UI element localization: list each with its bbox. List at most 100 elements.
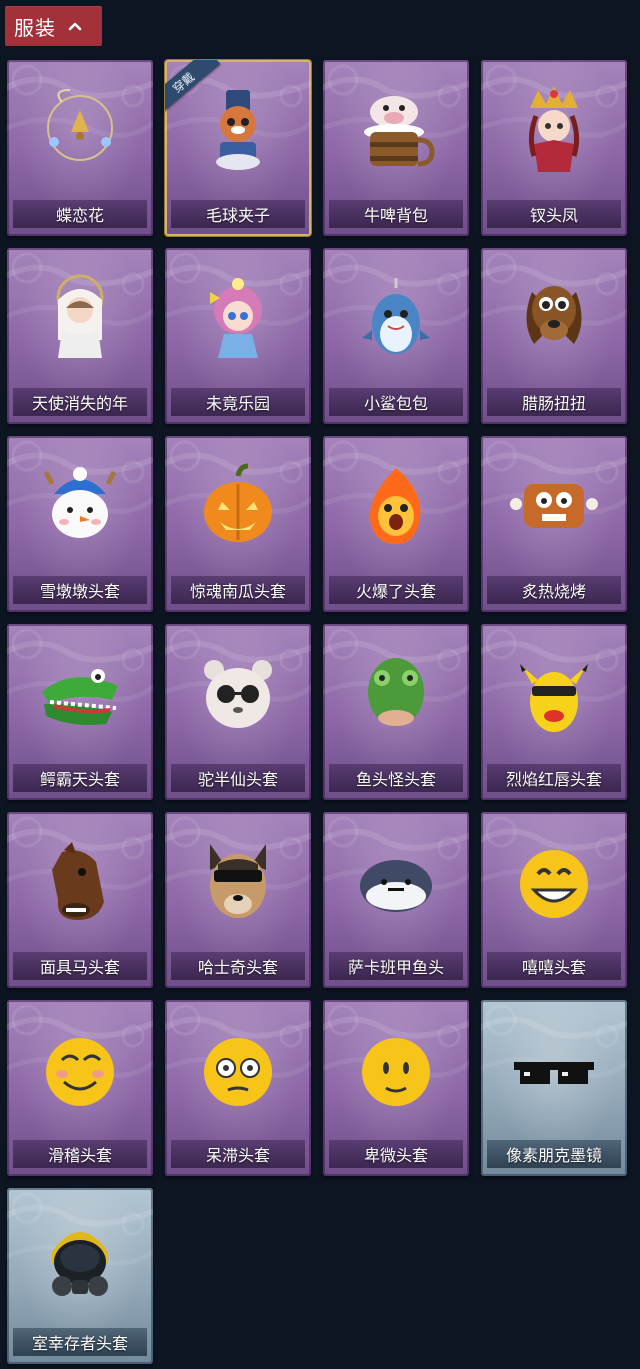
raccoon-drummer-icon [216, 90, 260, 170]
card-label: 哈士奇头套 [197, 958, 278, 977]
butterfly-bell-ornament-icon [47, 89, 113, 161]
card-label: 鱼头怪头套 [355, 770, 436, 789]
outfit-card[interactable]: 呆滞头套 [165, 1000, 311, 1176]
fire-spirit-head-icon [369, 468, 421, 544]
card-label: 炙热烧烤 [521, 582, 586, 601]
card-label-bar: 腊肠扭扭 [487, 388, 621, 416]
card-label-bar: 牛啤背包 [329, 200, 463, 228]
outfit-card[interactable]: 面具马头套 [7, 812, 153, 988]
card-label: 烈焰红唇头套 [505, 770, 602, 789]
card-label-bar: 小鲨包包 [329, 388, 463, 416]
shark-bag-icon [362, 278, 430, 354]
gas-mask-helmet-icon [52, 1232, 108, 1296]
card-label-bar: 钗头凤 [487, 200, 621, 228]
sacabambaspis-head-icon [360, 860, 432, 912]
card-label: 天使消失的年 [31, 394, 128, 413]
card-label-bar: 嘻嘻头套 [487, 952, 621, 980]
cow-beer-mug-icon [364, 96, 435, 167]
outfit-card[interactable]: 惊魂南瓜头套 [165, 436, 311, 612]
card-label-bar: 卑微头套 [329, 1140, 463, 1168]
outfit-card[interactable]: 嘻嘻头套 [481, 812, 627, 988]
card-label-bar: 毛球夹子 [171, 200, 305, 228]
outfit-card[interactable]: 滑稽头套 [7, 1000, 153, 1176]
fish-head-mask-icon [368, 658, 424, 726]
card-label-bar: 烈焰红唇头套 [487, 764, 621, 792]
card-label-bar: 室幸存者头套 [13, 1328, 147, 1356]
dachshund-head-icon [526, 286, 582, 344]
card-label: 像素朋克墨镜 [505, 1146, 602, 1165]
dazed-emoji-head-icon [204, 1038, 272, 1106]
outfit-card[interactable]: 雪墩墩头套 [7, 436, 153, 612]
outfit-card[interactable]: 未竟乐园 [165, 248, 311, 424]
outfit-card[interactable]: 天使消失的年 [7, 248, 153, 424]
pixel-sunglasses-icon [514, 1062, 594, 1084]
crocodile-head-icon [42, 669, 118, 725]
outfit-card[interactable]: 毛球夹子 穿戴 [165, 60, 311, 236]
pink-hair-doll-icon [210, 278, 262, 358]
card-label-bar: 天使消失的年 [13, 388, 147, 416]
outfit-card[interactable]: 哈士奇头套 [165, 812, 311, 988]
card-label: 蝶恋花 [55, 206, 104, 225]
card-label-bar: 火爆了头套 [329, 576, 463, 604]
bbq-meat-head-icon [510, 484, 598, 528]
card-label: 小鲨包包 [363, 394, 428, 413]
card-label-bar: 未竟乐园 [171, 388, 305, 416]
outfit-card[interactable]: 鳄霸天头套 [7, 624, 153, 800]
card-label: 毛球夹子 [205, 206, 270, 225]
card-label-bar: 蝶恋花 [13, 200, 147, 228]
card-label-bar: 呆滞头套 [171, 1140, 305, 1168]
husky-sunglasses-head-icon [210, 844, 266, 918]
grinning-emoji-head-icon [520, 850, 588, 918]
outfit-card[interactable]: 牛啤背包 [323, 60, 469, 236]
outfit-card[interactable]: 蝶恋花 [7, 60, 153, 236]
card-label-bar: 驼半仙头套 [171, 764, 305, 792]
snowman-reindeer-head-icon [43, 467, 117, 538]
outfit-card[interactable]: 卑微头套 [323, 1000, 469, 1176]
card-label: 雪墩墩头套 [39, 582, 120, 601]
card-label: 火爆了头套 [355, 582, 436, 601]
card-label-bar: 鱼头怪头套 [329, 764, 463, 792]
outfit-card[interactable]: 驼半仙头套 [165, 624, 311, 800]
card-label-bar: 雪墩墩头套 [13, 576, 147, 604]
outfit-card[interactable]: 萨卡班甲鱼头 [323, 812, 469, 988]
outfit-card[interactable]: 烈焰红唇头套 [481, 624, 627, 800]
card-label: 萨卡班甲鱼头 [347, 958, 444, 977]
card-label: 呆滞头套 [205, 1146, 270, 1165]
card-label-bar: 滑稽头套 [13, 1140, 147, 1168]
outfit-grid: 蝶恋花 毛球夹子 穿戴 牛啤背包 钗头凤天使消失的年 未竟乐园 小鲨包包 腊肠扭扭雪墩墩头套 惊… [0, 0, 640, 1369]
yellow-pikachu-mask-icon [520, 664, 588, 732]
card-label-bar: 像素朋克墨镜 [487, 1140, 621, 1168]
outfit-card[interactable]: 钗头凤 [481, 60, 627, 236]
card-label-bar: 惊魂南瓜头套 [171, 576, 305, 604]
card-label: 嘻嘻头套 [521, 958, 586, 977]
card-label: 未竟乐园 [205, 394, 270, 413]
outfit-card[interactable]: 火爆了头套 [323, 436, 469, 612]
outfit-card[interactable]: 腊肠扭扭 [481, 248, 627, 424]
card-label: 钗头凤 [529, 206, 578, 225]
outfit-card[interactable]: 像素朋克墨镜 [481, 1000, 627, 1176]
card-label: 面具马头套 [39, 958, 120, 977]
card-label-bar: 面具马头套 [13, 952, 147, 980]
card-label: 滑稽头套 [47, 1146, 112, 1165]
veiled-angel-doll-icon [56, 274, 104, 358]
card-label-bar: 炙热烧烤 [487, 576, 621, 604]
outfit-card[interactable]: 鱼头怪头套 [323, 624, 469, 800]
card-label: 腊肠扭扭 [521, 394, 586, 413]
bear-sunglasses-head-icon [204, 660, 272, 728]
timid-emoji-head-icon [362, 1038, 430, 1106]
card-label-bar: 鳄霸天头套 [13, 764, 147, 792]
card-label: 驼半仙头套 [197, 770, 278, 789]
outfit-card[interactable]: 小鲨包包 [323, 248, 469, 424]
outfit-card[interactable]: 室幸存者头套 [7, 1188, 153, 1364]
card-label: 惊魂南瓜头套 [189, 582, 286, 601]
pumpkin-head-icon [204, 463, 272, 542]
outfit-card[interactable]: 炙热烧烤 [481, 436, 627, 612]
card-label: 室幸存者头套 [31, 1334, 128, 1353]
card-label: 卑微头套 [363, 1146, 428, 1165]
funny-smile-emoji-head-icon [46, 1038, 114, 1106]
horse-head-mask-icon [52, 842, 104, 920]
card-label: 鳄霸天头套 [39, 770, 120, 789]
card-label-bar: 萨卡班甲鱼头 [329, 952, 463, 980]
card-label-bar: 哈士奇头套 [171, 952, 305, 980]
phoenix-crown-doll-icon [528, 86, 580, 172]
